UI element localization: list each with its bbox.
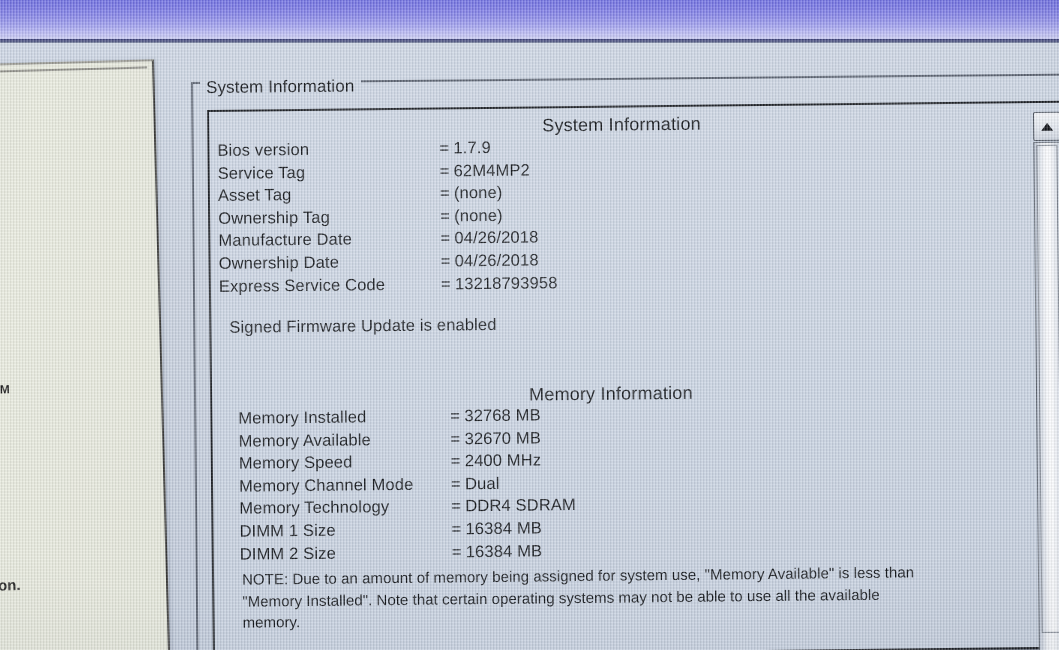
info-value: 16384 MB [465,541,543,561]
info-key: DIMM 2 Size [239,544,336,564]
info-value: 13218793958 [454,273,558,293]
info-key: DIMM 1 Size [239,521,336,541]
info-key: Bios version [217,140,310,160]
info-value: Dual [464,474,500,494]
info-key: Memory Speed [238,453,353,473]
info-value: 32670 MB [464,428,542,448]
left-sidebar-panel: TM on. [0,59,171,650]
info-key: Service Tag [217,163,306,183]
top-banner [0,0,1059,39]
chevron-up-icon [1040,122,1053,131]
info-value: (none) [453,183,503,203]
info-equals: = [440,274,451,294]
system-information-heading: System Information [542,113,701,136]
info-row: Express Service Code = 13218793958 [219,274,558,300]
banner-underline [0,39,1059,43]
info-equals: = [439,184,450,203]
info-equals: = [451,520,462,539]
info-equals: = [450,452,461,471]
panel-content: System Information Bios version = 1.7.9 … [209,103,1059,650]
info-value: 32768 MB [464,406,541,426]
info-key: Express Service Code [218,275,386,296]
info-key: Manufacture Date [218,230,353,251]
sidebar-top-divider [0,66,148,75]
info-equals: = [439,161,450,181]
info-equals: = [451,542,462,561]
scrollbar-up-button[interactable] [1033,111,1059,141]
info-value: 16384 MB [465,519,543,539]
info-value: DDR4 SDRAM [465,496,577,516]
memory-information-heading: Memory Information [528,382,693,405]
scrollbar-thumb[interactable] [1036,144,1059,633]
info-key: Ownership Tag [218,208,330,228]
info-key: Asset Tag [217,186,292,206]
signed-firmware-status: Signed Firmware Update is enabled [229,315,497,337]
info-value: 62M4MP2 [453,161,531,180]
info-key: Memory Installed [238,408,367,428]
sidebar-trademark-fragment: TM [0,382,10,397]
info-equals: = [439,139,450,158]
info-equals: = [440,229,451,248]
info-value: 04/26/2018 [454,251,539,271]
bios-setup-screen: TM on. System Information System Informa… [0,0,1059,650]
info-key: Memory Channel Mode [238,475,414,496]
info-equals: = [450,429,461,448]
info-equals: = [451,497,462,516]
scrollbar-track[interactable] [1033,141,1059,650]
info-equals: = [450,475,461,494]
memory-availability-note: NOTE: Due to an amount of memory being a… [241,564,915,632]
info-equals: = [440,252,451,271]
info-equals: = [450,407,461,426]
info-key: Ownership Date [218,253,340,273]
info-key: Memory Available [238,430,372,451]
information-content-panel: System Information Bios version = 1.7.9 … [207,100,1059,650]
info-value: 04/26/2018 [454,228,539,248]
info-equals: = [440,207,450,226]
info-key: Memory Technology [239,498,390,519]
groupbox-legend: System Information [200,76,362,98]
info-value: (none) [454,206,503,226]
info-row: DIMM 2 Size = 16384 MB [240,542,577,568]
info-value: 2400 MHz [464,451,542,471]
sidebar-clipped-word-fragment: on. [0,577,21,595]
info-value: 1.7.9 [453,138,491,158]
system-information-list: Bios version = 1.7.9 Service Tag = 62M4M… [217,138,557,300]
memory-information-list: Memory Installed = 32768 MB Memory Avail… [238,406,576,568]
